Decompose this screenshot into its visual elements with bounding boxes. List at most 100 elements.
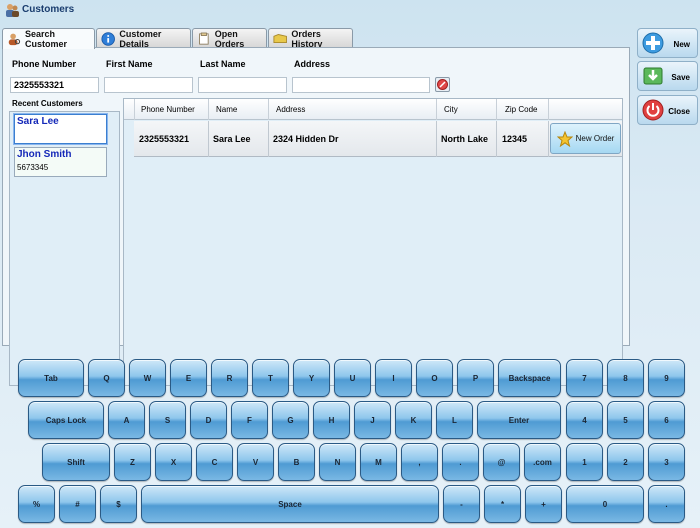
key-plus[interactable]: + xyxy=(525,485,562,523)
tab-search-customer[interactable]: Search Customer xyxy=(2,28,95,49)
first-name-label: First Name xyxy=(106,59,153,69)
key-q[interactable]: Q xyxy=(88,359,125,397)
tab-orders-history[interactable]: Orders History xyxy=(268,28,353,49)
key-h[interactable]: H xyxy=(313,401,350,439)
key-decimal[interactable]: . xyxy=(648,485,685,523)
column-header-address[interactable]: Address xyxy=(276,105,305,114)
key-p[interactable]: P xyxy=(457,359,494,397)
phone-label: Phone Number xyxy=(12,59,77,69)
save-icon xyxy=(643,67,663,85)
recent-customer-phone: 5673345 xyxy=(17,163,49,172)
key-0[interactable]: 0 xyxy=(566,485,644,523)
recent-customer-name: Jhon Smith xyxy=(17,149,72,160)
key-caps-lock[interactable]: Caps Lock xyxy=(28,401,104,439)
table-row[interactable]: 2325553321 Sara Lee 2324 Hidden Dr North… xyxy=(134,121,622,157)
key-b[interactable]: B xyxy=(278,443,315,481)
key-enter[interactable]: Enter xyxy=(477,401,561,439)
cell-zip: 12345 xyxy=(502,134,528,144)
key-5[interactable]: 5 xyxy=(607,401,644,439)
key-period[interactable]: . xyxy=(442,443,479,481)
key-8[interactable]: 8 xyxy=(607,359,644,397)
new-order-label: New Order xyxy=(575,134,615,143)
search-customer-panel: Phone Number First Name Last Name Addres… xyxy=(2,47,630,386)
key-e[interactable]: E xyxy=(170,359,207,397)
save-label: Save xyxy=(671,73,690,82)
key-dotcom[interactable]: .com xyxy=(524,443,561,481)
close-label: Close xyxy=(668,107,690,116)
key-percent[interactable]: % xyxy=(18,485,55,523)
key-space[interactable]: Space xyxy=(141,485,439,523)
key-hash[interactable]: # xyxy=(59,485,96,523)
address-label: Address xyxy=(294,59,331,69)
last-name-label: Last Name xyxy=(200,59,246,69)
key-minus[interactable]: - xyxy=(443,485,480,523)
key-at[interactable]: @ xyxy=(483,443,520,481)
cell-name: Sara Lee xyxy=(213,134,251,144)
key-z[interactable]: Z xyxy=(114,443,151,481)
tab-customer-details[interactable]: Customer Details xyxy=(96,28,191,49)
key-x[interactable]: X xyxy=(155,443,192,481)
phone-field[interactable]: 2325553321 xyxy=(10,77,99,93)
key-2[interactable]: 2 xyxy=(607,443,644,481)
document-icon xyxy=(199,32,209,45)
grid-header: Phone Number Name Address City Zip Code xyxy=(124,99,622,120)
column-header-phone[interactable]: Phone Number xyxy=(141,105,195,114)
first-name-field[interactable] xyxy=(104,77,193,93)
column-header-name[interactable]: Name xyxy=(216,105,237,114)
plus-icon xyxy=(642,32,664,54)
tab-open-orders[interactable]: Open Orders xyxy=(192,28,267,49)
key-comma[interactable]: , xyxy=(401,443,438,481)
save-button[interactable]: Save xyxy=(637,61,698,91)
recent-customers-label: Recent Customers xyxy=(12,99,83,108)
key-m[interactable]: M xyxy=(360,443,397,481)
key-r[interactable]: R xyxy=(211,359,248,397)
new-button[interactable]: New xyxy=(637,28,698,58)
new-order-button[interactable]: New Order xyxy=(550,123,621,154)
key-7[interactable]: 7 xyxy=(566,359,603,397)
column-header-city[interactable]: City xyxy=(444,105,458,114)
address-field[interactable] xyxy=(292,77,430,93)
key-3[interactable]: 3 xyxy=(648,443,685,481)
clear-icon xyxy=(437,79,448,90)
key-dollar[interactable]: $ xyxy=(100,485,137,523)
tab-label: Open Orders xyxy=(214,28,245,49)
key-s[interactable]: S xyxy=(149,401,186,439)
key-asterisk[interactable]: * xyxy=(484,485,521,523)
recent-customer-item[interactable]: Jhon Smith 5673345 xyxy=(14,147,107,177)
key-k[interactable]: K xyxy=(395,401,432,439)
info-icon xyxy=(101,31,115,46)
key-1[interactable]: 1 xyxy=(566,443,603,481)
tab-label: Orders History xyxy=(291,28,323,49)
title-bar: Customers xyxy=(0,0,700,22)
column-header-zip[interactable]: Zip Code xyxy=(505,105,537,114)
key-c[interactable]: C xyxy=(196,443,233,481)
key-6[interactable]: 6 xyxy=(648,401,685,439)
key-d[interactable]: D xyxy=(190,401,227,439)
folder-icon xyxy=(273,33,287,43)
key-9[interactable]: 9 xyxy=(648,359,685,397)
key-j[interactable]: J xyxy=(354,401,391,439)
key-y[interactable]: Y xyxy=(293,359,330,397)
recent-customers-list: Sara Lee Jhon Smith 5673345 xyxy=(9,111,120,386)
key-l[interactable]: L xyxy=(436,401,473,439)
key-tab[interactable]: Tab xyxy=(18,359,84,397)
key-n[interactable]: N xyxy=(319,443,356,481)
tab-label: Customer Details xyxy=(119,28,162,49)
key-u[interactable]: U xyxy=(334,359,371,397)
key-v[interactable]: V xyxy=(237,443,274,481)
last-name-field[interactable] xyxy=(198,77,287,93)
key-w[interactable]: W xyxy=(129,359,166,397)
key-o[interactable]: O xyxy=(416,359,453,397)
key-backspace[interactable]: Backspace xyxy=(498,359,561,397)
key-a[interactable]: A xyxy=(108,401,145,439)
clear-search-button[interactable] xyxy=(435,77,450,92)
key-g[interactable]: G xyxy=(272,401,309,439)
close-button[interactable]: Close xyxy=(637,95,698,125)
key-shift[interactable]: Shift xyxy=(42,443,110,481)
key-f[interactable]: F xyxy=(231,401,268,439)
person-search-icon xyxy=(8,33,21,46)
key-t[interactable]: T xyxy=(252,359,289,397)
recent-customer-item[interactable]: Sara Lee xyxy=(14,114,107,144)
key-i[interactable]: I xyxy=(375,359,412,397)
key-4[interactable]: 4 xyxy=(566,401,603,439)
